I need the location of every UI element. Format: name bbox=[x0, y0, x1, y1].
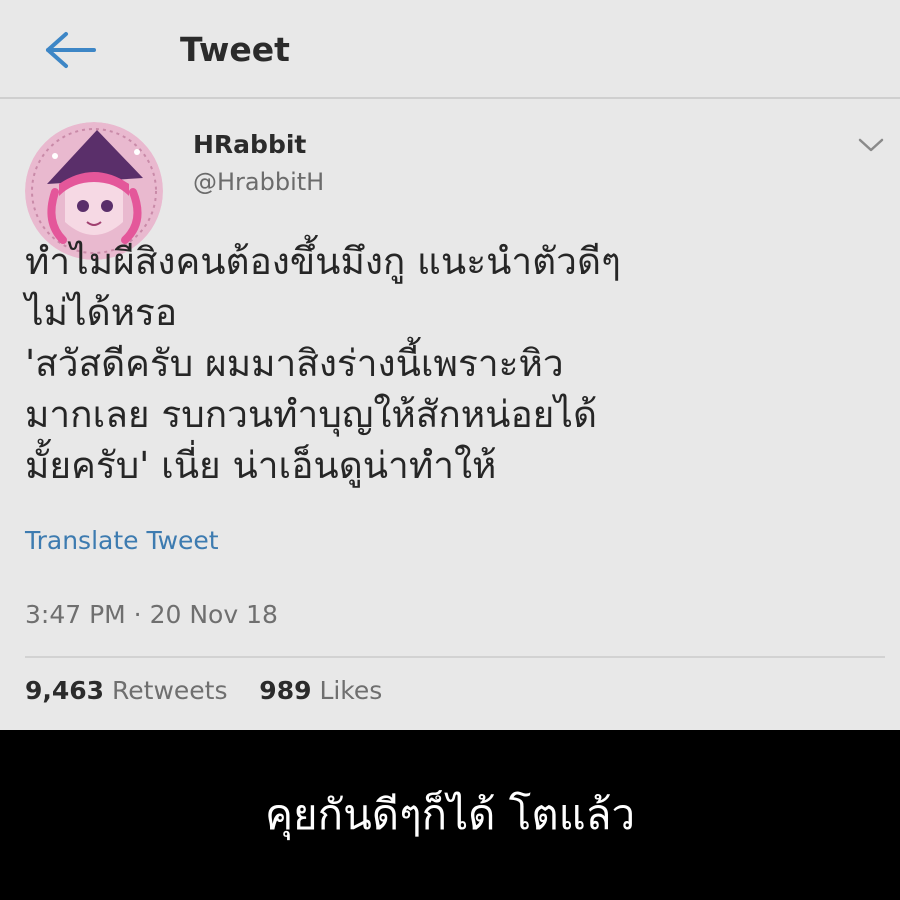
page-title: Tweet bbox=[180, 30, 290, 69]
back-button[interactable] bbox=[40, 28, 100, 72]
retweets-label: Retweets bbox=[112, 676, 228, 705]
engagement-stats: 9,463 Retweets 989 Likes bbox=[25, 676, 382, 705]
retweets-stat[interactable]: 9,463 Retweets bbox=[25, 676, 235, 705]
display-name[interactable]: HRabbit bbox=[193, 130, 306, 159]
caption-text: คุยกันดีๆก็ได้ โตแล้ว bbox=[264, 790, 636, 839]
caption-bar: คุยกันดีๆก็ได้ โตแล้ว bbox=[0, 730, 900, 900]
likes-count: 989 bbox=[259, 676, 312, 705]
tweet-timestamp: 3:47 PM · 20 Nov 18 bbox=[25, 600, 278, 629]
tweet-menu-button[interactable] bbox=[856, 134, 886, 156]
user-handle[interactable]: @HrabbitH bbox=[193, 168, 324, 196]
top-bar: Tweet bbox=[0, 0, 900, 99]
tweet-text: ทำไมผีสิงคนต้องขึ้นมึงกู แนะนำตัวดีๆ ไม่… bbox=[25, 240, 621, 487]
translate-tweet-link[interactable]: Translate Tweet bbox=[25, 526, 219, 555]
divider bbox=[25, 656, 885, 658]
retweets-count: 9,463 bbox=[25, 676, 105, 705]
arrow-left-icon bbox=[40, 32, 100, 76]
chevron-down-icon bbox=[856, 138, 886, 160]
likes-stat[interactable]: 989 Likes bbox=[259, 676, 382, 705]
likes-label: Likes bbox=[319, 676, 383, 705]
tweet-screen: Tweet HRabbit @HrabbitH ทำไมผีสิงคนต้องข… bbox=[0, 0, 900, 730]
